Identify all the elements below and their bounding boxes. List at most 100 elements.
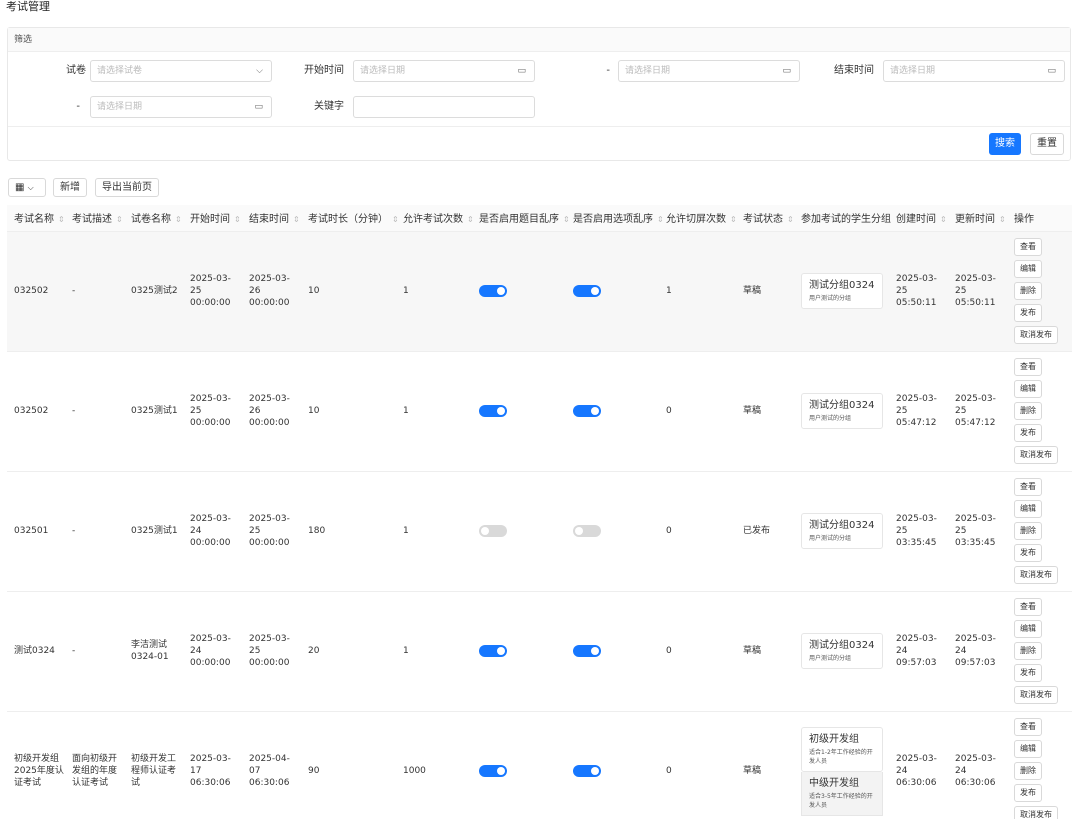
col-duration[interactable]: 考试时长（分钟） ⇕ (301, 205, 399, 232)
edit-button[interactable]: 编辑 (1014, 380, 1042, 398)
table-row: 032502-0325测试2 2025-03-25 00:00:00 2025-03-… (7, 231, 1072, 352)
cell-updated: 2025-03-25 05:47:12 (948, 351, 1007, 472)
cell-end-time: 2025-03-26 00:00:00 (242, 231, 301, 352)
reset-button[interactable]: 重置 (1030, 133, 1064, 155)
view-button[interactable]: 查看 (1014, 358, 1042, 376)
col-paper-name[interactable]: 试卷名称 ⇕ (124, 205, 183, 232)
keyword-input[interactable] (353, 96, 535, 118)
col-start-time[interactable]: 开始时间 ⇕ (183, 205, 242, 232)
toggle-switch[interactable] (479, 644, 507, 657)
view-button[interactable]: 查看 (1014, 718, 1042, 736)
publish-button[interactable]: 发布 (1014, 424, 1042, 442)
unpublish-button[interactable]: 取消发布 (1014, 686, 1058, 704)
view-button[interactable]: 查看 (1014, 478, 1042, 496)
delete-button[interactable]: 删除 (1014, 282, 1042, 300)
add-exam-button[interactable]: 新增 (53, 178, 87, 197)
col-exam-desc[interactable]: 考试描述 ⇕ (65, 205, 124, 232)
cell-start-time: 2025-03-17 06:30:06 (183, 711, 242, 819)
table-row: 032501-0325测试1 2025-03-24 00:00:00 2025-03-… (7, 471, 1072, 592)
group-name: 测试分组0324 (809, 520, 875, 531)
cell-groups: 测试分组0324 用户测试的分组 (794, 351, 889, 472)
sort-icon: ⇕ (234, 215, 241, 225)
unpublish-button[interactable]: 取消发布 (1014, 446, 1058, 464)
unpublish-button[interactable]: 取消发布 (1014, 326, 1058, 344)
sort-icon: ⇕ (787, 215, 794, 225)
delete-button[interactable]: 删除 (1014, 642, 1042, 660)
cell-attempts: 1 (396, 351, 472, 472)
edit-button[interactable]: 编辑 (1014, 500, 1042, 518)
publish-button[interactable]: 发布 (1014, 304, 1042, 322)
cell-updated: 2025-03-24 09:57:03 (948, 591, 1007, 712)
start-range-separator: - (606, 65, 610, 76)
col-groups: 参加考试的学生分组 (794, 205, 891, 232)
column-settings-button[interactable]: ▦ ⌵ (8, 178, 46, 197)
group-card: 测试分组0324 用户测试的分组 (801, 513, 883, 549)
paper-select[interactable]: 请选择试卷 ⌵ (90, 60, 272, 82)
toggle-switch[interactable] (573, 524, 601, 537)
cell-shuffle-questions (472, 231, 566, 352)
col-end-time[interactable]: 结束时间 ⇕ (242, 205, 301, 232)
toggle-switch[interactable] (573, 764, 601, 777)
end-time-label: 结束时间 (834, 65, 874, 76)
cell-actions: 查看编辑删除发布取消发布 (1007, 591, 1072, 712)
publish-button[interactable]: 发布 (1014, 544, 1042, 562)
cell-attempts: 1 (396, 231, 472, 352)
toggle-switch[interactable] (573, 284, 601, 297)
toggle-switch[interactable] (479, 524, 507, 537)
publish-button[interactable]: 发布 (1014, 784, 1042, 802)
cell-attempts: 1000 (396, 711, 472, 819)
group-card: 测试分组0324 用户测试的分组 (801, 273, 883, 309)
end-from-date-input[interactable]: 请选择日期 ▭ (883, 60, 1065, 82)
chevron-down-icon: ⌵ (256, 66, 263, 76)
toggle-switch[interactable] (479, 284, 507, 297)
col-shuffle-questions[interactable]: 是否启用题目乱序 ⇕ (472, 205, 570, 232)
group-card: 初级开发组 适合1-2年工作经验的开发人员 (801, 726, 883, 772)
delete-button[interactable]: 删除 (1014, 402, 1042, 420)
export-page-button[interactable]: 导出当前页 (95, 178, 159, 197)
edit-button[interactable]: 编辑 (1014, 740, 1042, 758)
toggle-switch[interactable] (479, 764, 507, 777)
search-button[interactable]: 搜索 (989, 133, 1021, 155)
group-name: 中级开发组 (809, 777, 859, 789)
view-button[interactable]: 查看 (1014, 598, 1042, 616)
start-from-date-input[interactable]: 请选择日期 ▭ (353, 60, 535, 82)
col-attempts[interactable]: 允许考试次数 ⇕ (396, 205, 474, 232)
start-to-placeholder: 请选择日期 (625, 66, 671, 76)
cell-status: 草稿 (736, 231, 794, 352)
start-to-date-input[interactable]: 请选择日期 ▭ (618, 60, 800, 82)
col-created[interactable]: 创建时间 ⇕ (889, 205, 948, 232)
cell-exam-desc: - (65, 471, 124, 592)
calendar-icon: ▭ (517, 66, 526, 76)
col-status[interactable]: 考试状态 ⇕ (736, 205, 794, 232)
cell-actions: 查看编辑删除发布取消发布 (1007, 471, 1072, 592)
edit-button[interactable]: 编辑 (1014, 260, 1042, 278)
toggle-switch[interactable] (573, 404, 601, 417)
view-button[interactable]: 查看 (1014, 238, 1042, 256)
unpublish-button[interactable]: 取消发布 (1014, 566, 1058, 584)
col-shuffle-options[interactable]: 是否启用选项乱序 ⇕ (566, 205, 664, 232)
toggle-switch[interactable] (573, 644, 601, 657)
unpublish-button[interactable]: 取消发布 (1014, 806, 1058, 819)
cell-duration: 10 (301, 231, 396, 352)
delete-button[interactable]: 删除 (1014, 522, 1042, 540)
end-to-date-input[interactable]: 请选择日期 ▭ (90, 96, 272, 118)
delete-button[interactable]: 删除 (1014, 762, 1042, 780)
keyword-label: 关键字 (314, 101, 344, 112)
cell-shuffle-options (566, 471, 659, 592)
chevron-down-icon: ⌵ (27, 183, 34, 192)
col-switch-limit[interactable]: 允许切屏次数 ⇕ (659, 205, 737, 232)
publish-button[interactable]: 发布 (1014, 664, 1042, 682)
toggle-switch[interactable] (479, 404, 507, 417)
edit-button[interactable]: 编辑 (1014, 620, 1042, 638)
table-row: 初级开发组2025年度认证考试 面向初级开发组的年度认证考试 初级开发工程师认证考试… (7, 711, 1072, 819)
cell-created: 2025-03-25 03:35:45 (889, 471, 948, 592)
filter-header: 筛选 (8, 28, 1070, 52)
cell-created: 2025-03-24 09:57:03 (889, 591, 948, 712)
cell-exam-name: 初级开发组2025年度认证考试 (7, 711, 65, 819)
cell-status: 草稿 (736, 351, 794, 472)
grid-icon: ▦ (15, 182, 25, 193)
group-desc: 用户测试的分组 (809, 655, 852, 662)
col-updated[interactable]: 更新时间 ⇕ (948, 205, 1007, 232)
col-exam-name[interactable]: 考试名称 ⇕ (7, 205, 65, 232)
end-range-separator: - (76, 101, 80, 112)
